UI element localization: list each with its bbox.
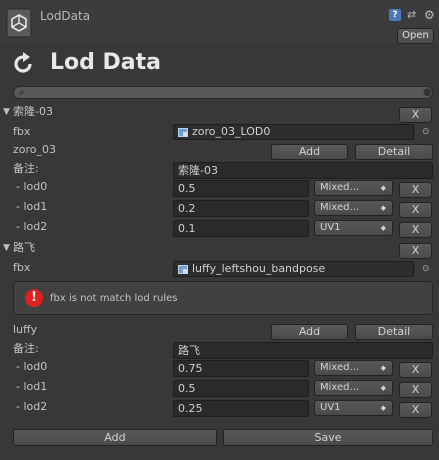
- lod-mode-dropdown[interactable]: Mixed... ◆: [314, 380, 393, 396]
- lod-mode-value: UV1: [320, 222, 341, 233]
- lod-label: - lod1: [16, 380, 48, 393]
- lod-label: - lod0: [16, 360, 48, 373]
- lod-label: - lod2: [16, 220, 48, 233]
- object-picker-icon[interactable]: ⊙: [422, 262, 430, 276]
- dropdown-arrow-icon: ◆: [380, 364, 386, 372]
- dropdown-arrow-icon: ◆: [380, 224, 386, 232]
- lod-mode-value: Mixed...: [320, 202, 360, 213]
- fbx-value: luffy_leftshou_bandpose: [192, 262, 326, 275]
- detail-button[interactable]: Detail: [355, 144, 433, 160]
- lod-value-field[interactable]: 0.5: [173, 380, 309, 397]
- lod-value-field[interactable]: 0.1: [173, 220, 309, 237]
- fbx-label: fbx: [13, 125, 31, 138]
- preset-icon[interactable]: ⇄: [407, 9, 419, 21]
- error-icon: !: [25, 289, 43, 307]
- remove-lod-button[interactable]: X: [399, 362, 432, 378]
- help-icon[interactable]: ?: [389, 9, 401, 21]
- fbx-value: zoro_03_LOD0: [192, 125, 271, 138]
- note-label: 备注:: [13, 342, 39, 355]
- lod-mode-value: UV1: [320, 402, 341, 413]
- remove-entry-button[interactable]: X: [399, 243, 432, 259]
- lod-mode-value: Mixed...: [320, 182, 360, 193]
- add-lod-button[interactable]: Add: [271, 144, 348, 160]
- remove-lod-button[interactable]: X: [399, 182, 432, 198]
- fbx-object-field[interactable]: zoro_03_LOD0: [173, 124, 414, 140]
- dropdown-arrow-icon: ◆: [380, 204, 386, 212]
- dropdown-arrow-icon: ◆: [380, 384, 386, 392]
- remove-lod-button[interactable]: X: [399, 382, 432, 398]
- lod-mode-value: Mixed...: [320, 362, 360, 373]
- page-title: Lod Data: [50, 50, 162, 75]
- lod-label: - lod2: [16, 400, 48, 413]
- foldout-arrow-icon[interactable]: ▼: [3, 107, 10, 117]
- fbx-object-field[interactable]: luffy_leftshou_bandpose: [173, 261, 414, 277]
- unity-asset-icon: [6, 8, 32, 38]
- lod-label: - lod0: [16, 180, 48, 193]
- search-icon: ⌕: [19, 87, 25, 98]
- object-picker-icon[interactable]: ⊙: [422, 125, 430, 139]
- lod-value-field[interactable]: 0.25: [173, 400, 309, 417]
- entry-name[interactable]: 索隆-03: [13, 104, 53, 120]
- search-cancel-icon[interactable]: ●: [423, 86, 432, 99]
- inspector-title: LodData: [40, 9, 91, 23]
- note-label: 备注:: [13, 162, 39, 175]
- warning-text: fbx is not match lod rules: [50, 293, 178, 304]
- add-entry-button[interactable]: Add: [13, 429, 217, 446]
- gear-icon[interactable]: ⚙: [424, 9, 436, 21]
- remove-lod-button[interactable]: X: [399, 222, 432, 238]
- prefab-icon: [178, 128, 188, 137]
- fbx-label: fbx: [13, 261, 31, 274]
- remove-lod-button[interactable]: X: [399, 402, 432, 418]
- note-field[interactable]: 索隆-03: [173, 162, 433, 179]
- entry-id-label: luffy: [13, 323, 38, 336]
- detail-button[interactable]: Detail: [355, 324, 433, 340]
- lod-mode-value: Mixed...: [320, 382, 360, 393]
- remove-entry-button[interactable]: X: [399, 107, 432, 123]
- lod-mode-dropdown[interactable]: Mixed... ◆: [314, 200, 393, 216]
- save-button[interactable]: Save: [223, 429, 433, 446]
- refresh-icon: [14, 52, 32, 73]
- remove-lod-button[interactable]: X: [399, 202, 432, 218]
- open-button[interactable]: Open: [397, 28, 434, 44]
- prefab-icon: [178, 265, 188, 274]
- lod-mode-dropdown[interactable]: Mixed... ◆: [314, 360, 393, 376]
- foldout-arrow-icon[interactable]: ▼: [3, 243, 10, 253]
- entry-id-label: zoro_03: [13, 143, 57, 156]
- lod-value-field[interactable]: 0.2: [173, 200, 309, 217]
- add-lod-button[interactable]: Add: [271, 324, 348, 340]
- lod-mode-dropdown[interactable]: UV1 ◆: [314, 400, 393, 416]
- lod-value-field[interactable]: 0.75: [173, 360, 309, 377]
- dropdown-arrow-icon: ◆: [380, 184, 386, 192]
- lod-mode-dropdown[interactable]: Mixed... ◆: [314, 180, 393, 196]
- lod-label: - lod1: [16, 200, 48, 213]
- dropdown-arrow-icon: ◆: [380, 404, 386, 412]
- lod-mode-dropdown[interactable]: UV1 ◆: [314, 220, 393, 236]
- lod-value-field[interactable]: 0.5: [173, 180, 309, 197]
- note-field[interactable]: 路飞: [173, 342, 433, 359]
- search-input[interactable]: [13, 86, 433, 99]
- entry-name[interactable]: 路飞: [13, 240, 35, 256]
